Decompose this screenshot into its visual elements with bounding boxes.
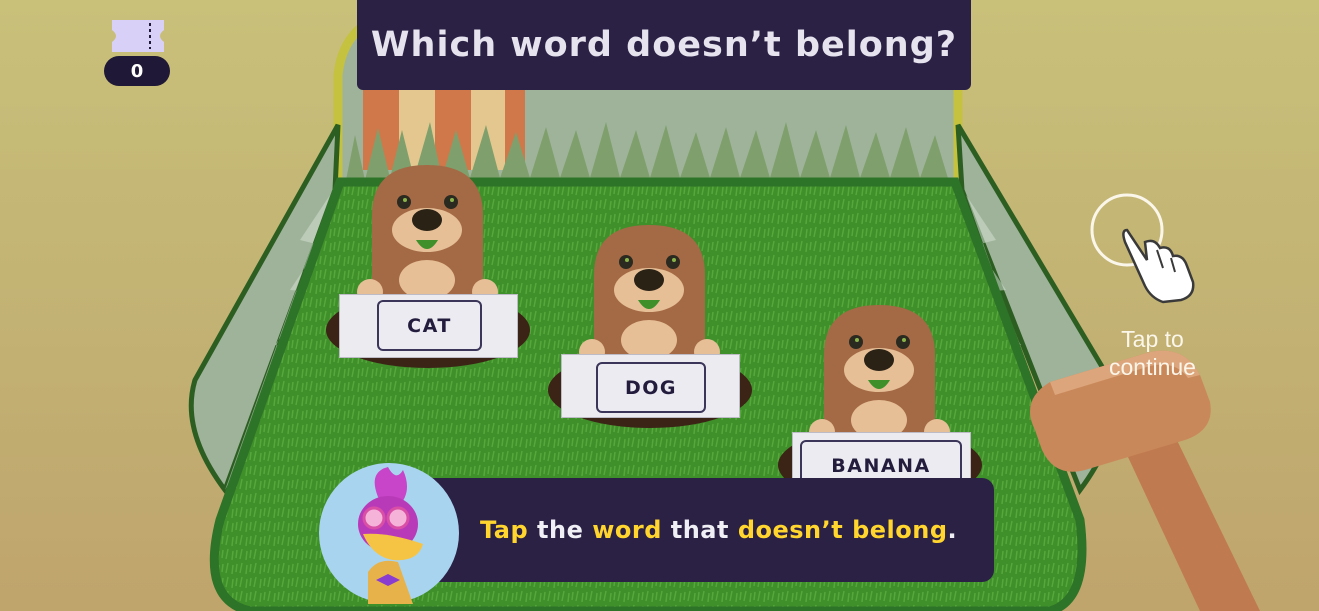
instruction-part-the: the — [528, 516, 593, 544]
instruction-text: Tap the word that doesn’t belong. — [480, 478, 957, 582]
instruction-part-tap: Tap — [480, 516, 529, 544]
hint-line1: Tap to — [1121, 326, 1184, 352]
pointing-hand-icon[interactable] — [1085, 190, 1215, 310]
game-scene: CAT DOG BANANA Which word doesn’t belong… — [0, 0, 1319, 611]
ticket-count: 0 — [104, 56, 170, 86]
instruction-part-that: that — [661, 516, 738, 544]
bird-mascot-avatar[interactable] — [318, 462, 460, 604]
mole-dog — [579, 225, 720, 365]
ticket-counter: 0 — [104, 18, 172, 86]
tap-to-continue-hint[interactable]: Tap to continue — [1085, 325, 1220, 381]
mole-banana — [809, 305, 950, 445]
instruction-panel: Tap the word that doesn’t belong. — [400, 478, 994, 582]
ticket-icon — [112, 20, 164, 52]
instruction-part-doesnt-belong: doesn’t belong — [737, 516, 948, 544]
word-button-dog[interactable]: DOG — [596, 362, 706, 413]
hint-line2: continue — [1109, 354, 1196, 380]
instruction-part-word: word — [592, 516, 662, 544]
mole-cat — [357, 165, 498, 305]
instruction-part-period: . — [947, 516, 958, 544]
word-button-cat[interactable]: CAT — [377, 300, 482, 351]
question-title: Which word doesn’t belong? — [357, 0, 971, 90]
